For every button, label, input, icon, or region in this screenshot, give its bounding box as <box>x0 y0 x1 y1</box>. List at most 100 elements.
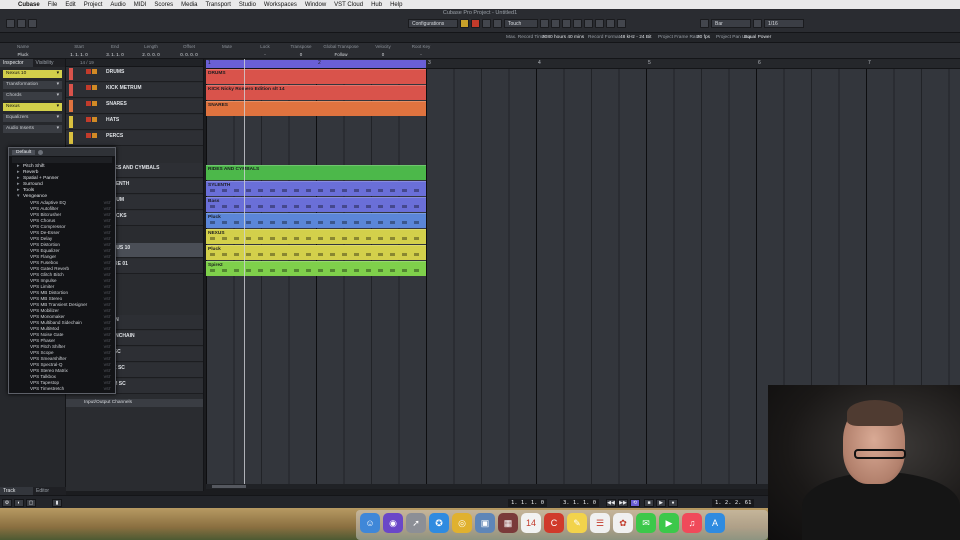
info-field[interactable]: Root Key - <box>402 44 440 57</box>
music-icon[interactable]: ♫ <box>682 513 702 533</box>
menu-item[interactable]: Audio <box>106 2 129 8</box>
input-output-channels-folder[interactable]: Input/Output Channels <box>66 399 203 407</box>
menu-item[interactable]: Studio <box>235 2 260 8</box>
midi-part[interactable]: Bass <box>206 197 426 212</box>
info-field[interactable]: Start 1. 1. 1. 0 <box>60 44 98 57</box>
erase-tool-icon[interactable] <box>573 19 582 28</box>
split-tool-icon[interactable] <box>551 19 560 28</box>
inspector-section[interactable]: Audio Inserts ▾ <box>3 125 62 133</box>
track-color-strip[interactable] <box>69 68 73 80</box>
info-field-value[interactable]: 1. 1. 1. 0 <box>60 52 98 57</box>
midi-part[interactable]: SYLENTH <box>206 181 426 196</box>
info-field[interactable]: Global Transpose Follow <box>322 44 360 57</box>
cycle-button[interactable]: ⟲ <box>630 499 640 507</box>
info-field-value[interactable]: - <box>402 52 440 57</box>
midi-part[interactable]: Pluck <box>206 245 426 260</box>
track-name[interactable]: SNARES <box>106 101 127 107</box>
zone-left-button[interactable] <box>6 19 15 28</box>
tab-track[interactable]: Track <box>0 487 33 495</box>
track-row[interactable]: HATS <box>66 115 203 130</box>
midi-part[interactable]: NEXUS <box>206 229 426 244</box>
settings-icon[interactable]: ⚙ <box>2 499 12 507</box>
track-name[interactable]: DRUMS <box>106 69 124 75</box>
track-row[interactable]: DRUMS <box>66 67 203 82</box>
left-locator[interactable]: 1. 1. 1. 0 <box>508 499 548 507</box>
menu-item[interactable]: VST Cloud <box>330 2 367 8</box>
tab-inspector[interactable]: Inspector <box>0 59 33 67</box>
monitor-icon[interactable] <box>92 85 97 90</box>
info-field[interactable]: Lock - <box>246 44 284 57</box>
monitor-icon[interactable] <box>92 117 97 122</box>
messages-icon[interactable]: ✉ <box>636 513 656 533</box>
configurations-select[interactable]: Configurations <box>408 19 458 28</box>
play-tool-icon[interactable] <box>617 19 626 28</box>
menu-item[interactable]: Project <box>80 2 107 8</box>
menu-item[interactable]: Help <box>386 2 406 8</box>
record-enable-icon[interactable] <box>86 85 91 90</box>
info-field-value[interactable]: - <box>246 52 284 57</box>
track-color-strip[interactable] <box>69 116 73 128</box>
reminders-icon[interactable]: ☰ <box>590 513 610 533</box>
track-name[interactable]: KICK METRUM <box>106 85 142 91</box>
track-color-strip[interactable] <box>69 100 73 112</box>
info-field-value[interactable]: Pluck <box>4 52 42 57</box>
info-field-value[interactable]: 2. 0. 0. 0 <box>132 52 170 57</box>
pan-law[interactable]: Equal Power <box>744 35 771 40</box>
photos-icon[interactable]: ✿ <box>613 513 633 533</box>
info-field[interactable]: Offset 0. 0. 0. 0 <box>170 44 208 57</box>
finder-icon[interactable]: ☺ <box>360 513 380 533</box>
chrome-icon[interactable]: ◎ <box>452 513 472 533</box>
zoom-icon[interactable]: ◐ <box>14 499 24 507</box>
menu-item[interactable]: Media <box>177 2 201 8</box>
cubase-icon[interactable]: C <box>544 513 564 533</box>
inspector-section[interactable]: Nexus ▾ <box>3 103 62 111</box>
tab-editor[interactable]: Editor <box>33 487 66 495</box>
grid-type-select[interactable]: Bar <box>711 19 751 28</box>
frame-rate[interactable]: 30 fps <box>697 35 710 40</box>
info-field-value[interactable]: 3. 1. 1. 0 <box>96 52 134 57</box>
track-name[interactable]: HATS <box>106 117 119 123</box>
midi-part[interactable]: RIDES AND CYMBALS <box>206 165 426 180</box>
menu-item[interactable]: MIDI <box>130 2 151 8</box>
info-field-value[interactable]: Follow <box>322 52 360 57</box>
mute-state-button[interactable] <box>460 19 469 28</box>
inspector-section[interactable]: Chords ▾ <box>3 92 62 100</box>
level-icon[interactable]: ▮ <box>52 499 62 507</box>
info-field[interactable]: End 3. 1. 1. 0 <box>96 44 134 57</box>
stop-button[interactable]: ■ <box>644 499 654 507</box>
monitor-icon[interactable] <box>92 133 97 138</box>
app-store-icon[interactable]: A <box>705 513 725 533</box>
plugin-search-field[interactable] <box>12 157 112 163</box>
midi-part[interactable]: DRUMS <box>206 69 426 84</box>
track-color-strip[interactable] <box>69 132 73 144</box>
menu-item[interactable]: Edit <box>61 2 79 8</box>
track-row[interactable]: KICK METRUM <box>66 83 203 98</box>
snap-toggle-icon[interactable] <box>700 19 709 28</box>
snapshot-icon[interactable]: ▢ <box>26 499 36 507</box>
quantize-select[interactable]: 1/16 <box>764 19 804 28</box>
mute-tool-icon[interactable] <box>595 19 604 28</box>
track-row[interactable]: PERCS <box>66 131 203 146</box>
record-enable-icon[interactable] <box>86 101 91 106</box>
menu-item[interactable]: Scores <box>150 2 177 8</box>
menu-item[interactable]: Hub <box>367 2 386 8</box>
info-field-value[interactable]: 0 <box>364 52 402 57</box>
cycle-range[interactable] <box>206 60 426 68</box>
menu-item[interactable]: Transport <box>201 2 234 8</box>
safari-icon[interactable]: ✪ <box>429 513 449 533</box>
position-display[interactable]: 1. 2. 2. 61 <box>712 499 755 507</box>
record-enable-icon[interactable] <box>86 133 91 138</box>
track-name[interactable]: PERCS <box>106 133 123 139</box>
inspector-section[interactable]: Equalizers ▾ <box>3 114 62 122</box>
info-field[interactable]: Name Pluck <box>4 44 42 57</box>
ruler[interactable]: 1 2 3 4 5 6 7 <box>206 59 960 69</box>
midi-part[interactable]: KICK Nicky Romero Edition slt 14 <box>206 85 426 100</box>
menu-item[interactable]: File <box>44 2 62 8</box>
midi-part[interactable]: Spire2 <box>206 261 426 276</box>
monitor-icon[interactable] <box>92 69 97 74</box>
quantize-icon[interactable] <box>753 19 762 28</box>
right-locator[interactable]: 3. 1. 1. 0 <box>560 499 600 507</box>
menu-app[interactable]: Cubase <box>14 2 44 8</box>
tab-visibility[interactable]: Visibility <box>32 59 65 67</box>
info-field[interactable]: Velocity 0 <box>364 44 402 57</box>
